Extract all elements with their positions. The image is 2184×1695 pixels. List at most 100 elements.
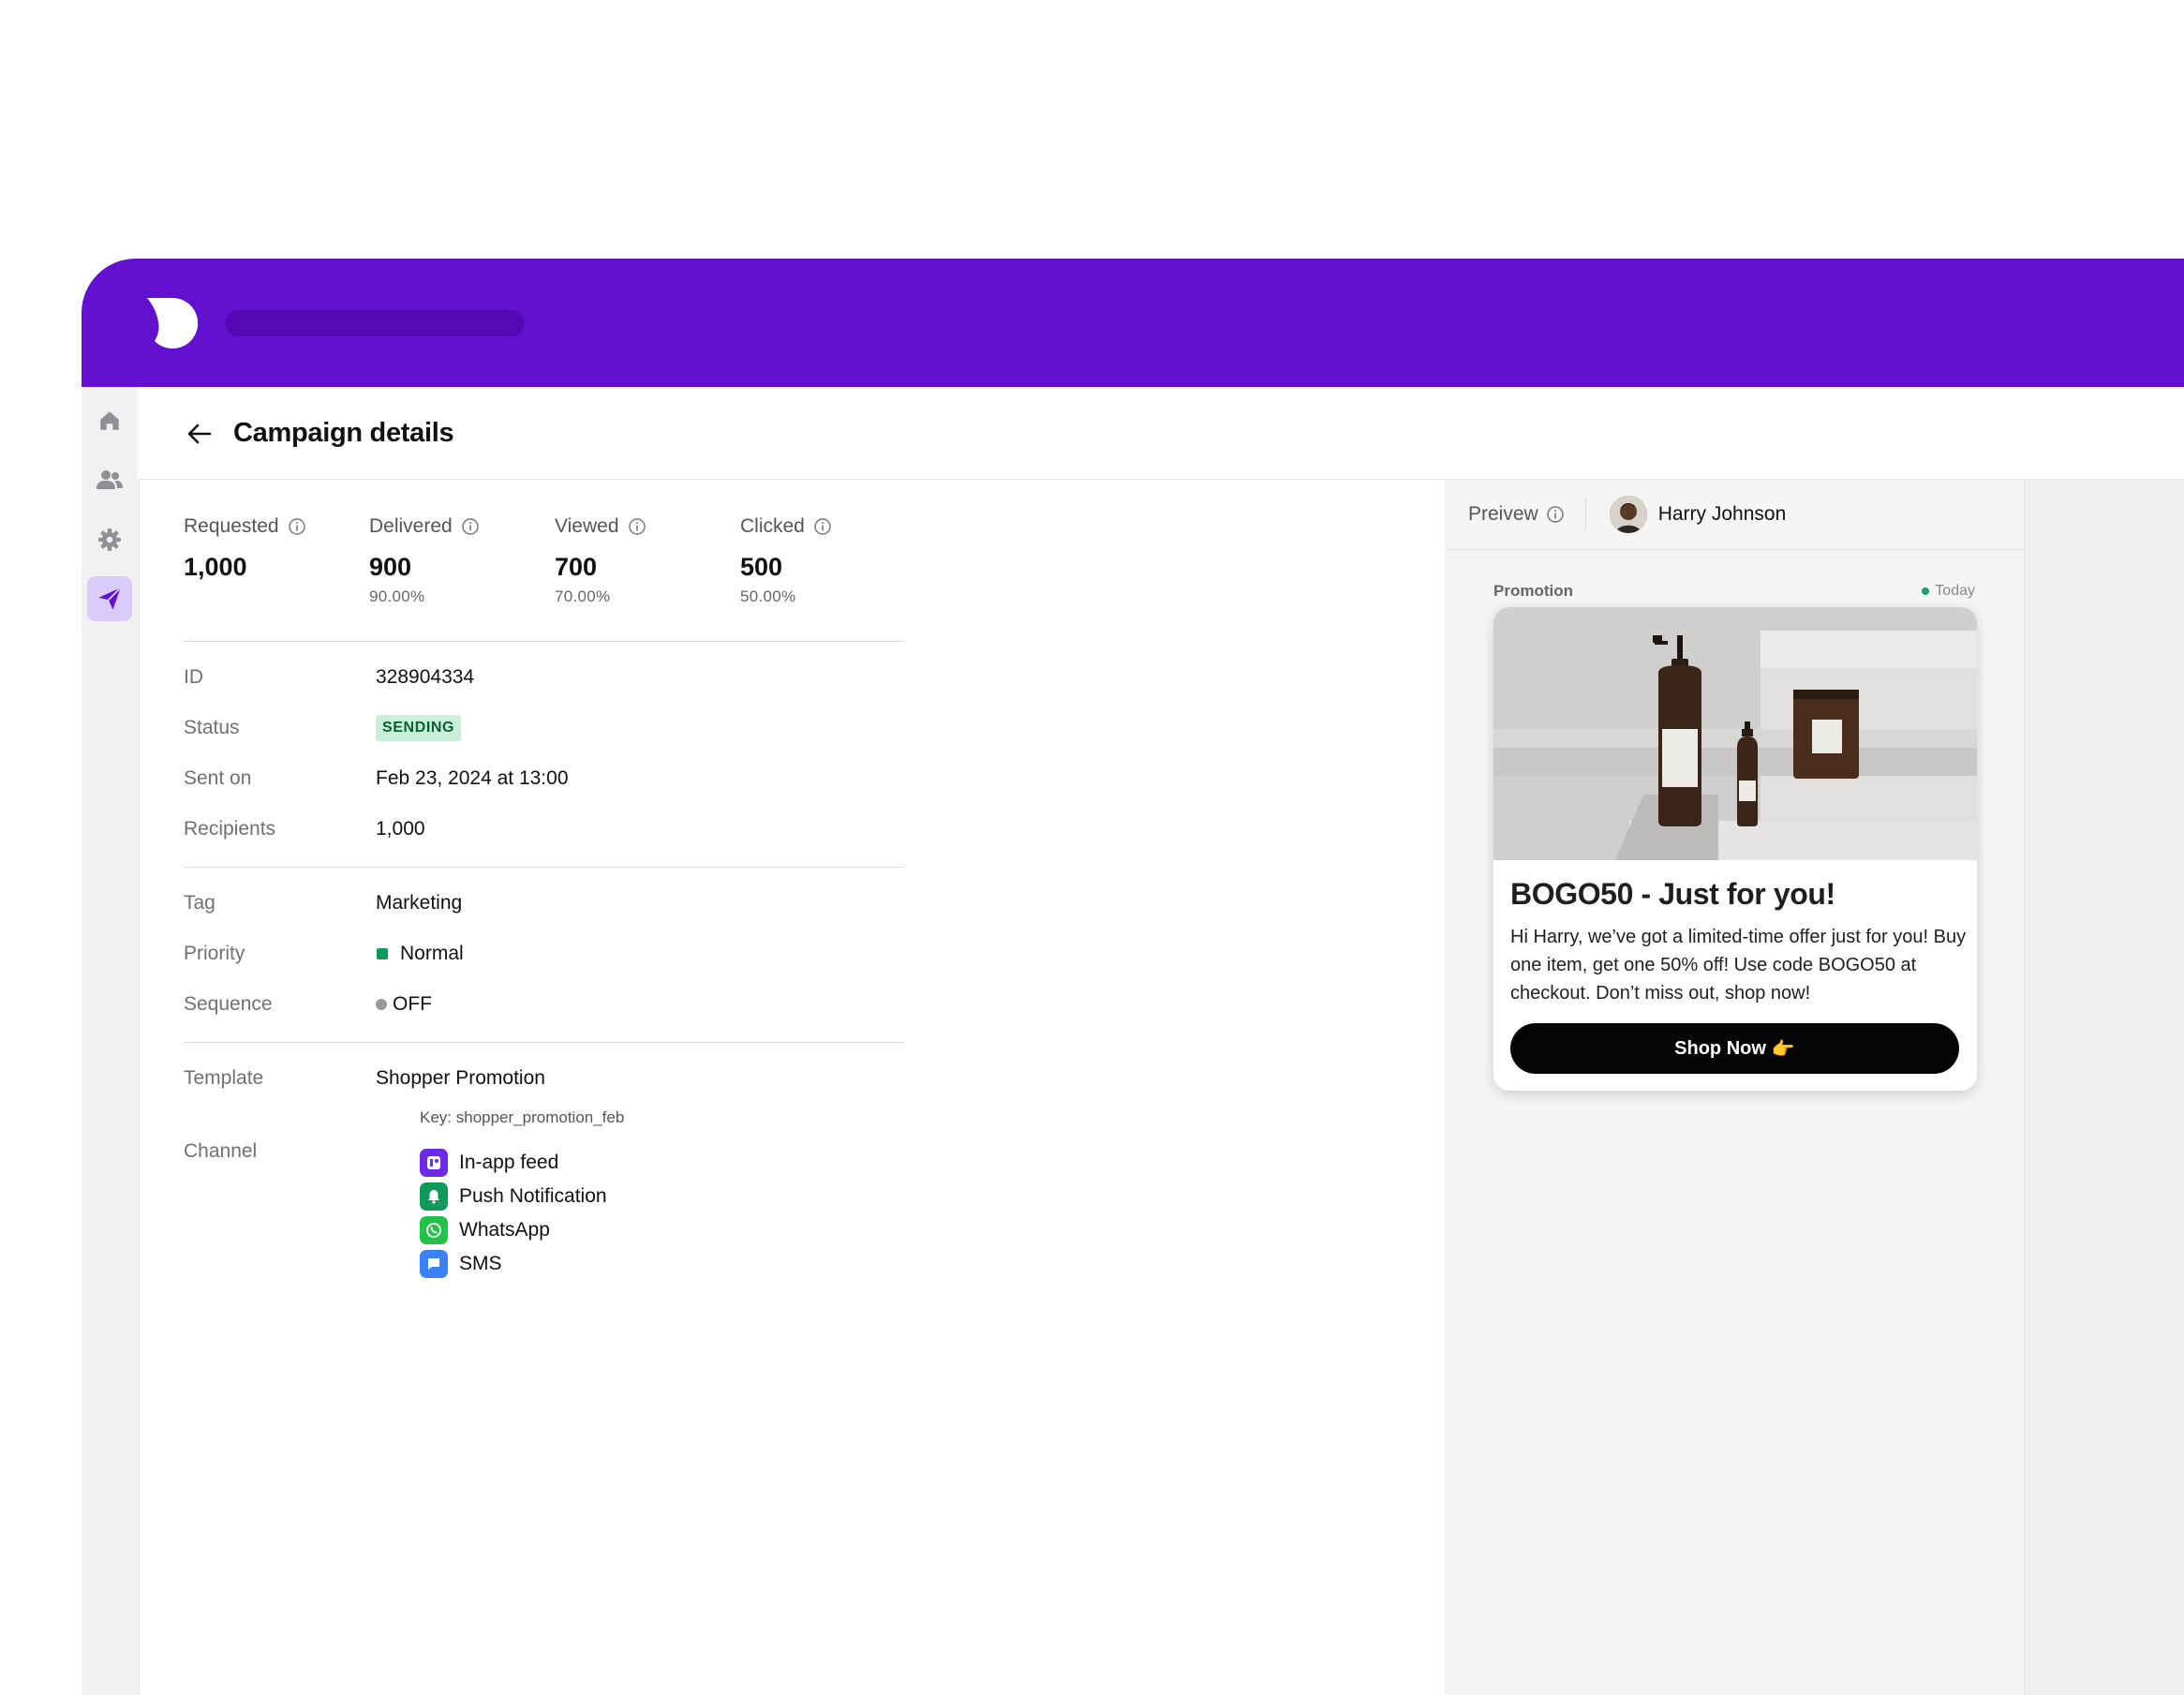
chat-bubble-icon <box>420 1250 448 1278</box>
app-window: Campaign details Requested 1,000 Deliver… <box>82 259 2184 1695</box>
stat-value: 900 <box>369 553 412 581</box>
preview-user-select[interactable]: Harry Johnson <box>1658 503 1787 526</box>
stat-label: Clicked <box>740 515 805 537</box>
product-image <box>1493 607 1977 860</box>
detail-label: Channel <box>184 1140 258 1162</box>
channel-label: Push Notification <box>459 1185 607 1207</box>
settings-icon <box>98 528 121 551</box>
channel-item-sms: SMS <box>420 1247 607 1281</box>
stat-label: Delivered <box>369 515 453 537</box>
shop-now-button[interactable]: Shop Now 👉 <box>1510 1023 1959 1074</box>
main-content: Campaign details Requested 1,000 Deliver… <box>138 387 2184 1695</box>
details-panel: Requested 1,000 Delivered 900 90.00% Vie <box>139 479 1446 1695</box>
detail-label: Priority <box>184 943 245 964</box>
detail-label: ID <box>184 666 203 688</box>
avatar[interactable] <box>1609 496 1647 533</box>
sent-on-value: Feb 23, 2024 at 13:00 <box>376 767 569 789</box>
sidebar <box>82 387 138 1695</box>
sequence-value: OFF <box>393 993 432 1015</box>
detail-row-tag: Tag Marketing <box>184 889 462 917</box>
users-icon <box>97 470 123 489</box>
preview-label: Preivew <box>1468 503 1538 525</box>
divider <box>184 1042 905 1043</box>
message-body: Hi Harry, we’ve got a limited-time offer… <box>1510 927 1967 1004</box>
channel-label: In-app feed <box>459 1152 559 1173</box>
detail-row-channel: Channel <box>184 1137 376 1166</box>
detail-label: Status <box>184 717 240 738</box>
page-title: Campaign details <box>233 418 454 448</box>
home-icon <box>100 411 119 430</box>
page-header: Campaign details <box>138 387 2184 479</box>
top-bar-search-placeholder[interactable] <box>225 310 525 336</box>
message-category: Promotion <box>1493 582 1573 600</box>
channel-label: WhatsApp <box>459 1219 550 1241</box>
arrow-left-icon <box>187 424 212 444</box>
preview-header: Preivew Harry Johnson <box>1445 480 2024 550</box>
detail-row-priority: Priority Normal <box>184 940 464 968</box>
detail-label: Recipients <box>184 818 276 840</box>
stat-percentage: 90.00% <box>369 587 425 605</box>
campaign-id: 328904334 <box>376 666 475 688</box>
detail-row-sent-on: Sent on Feb 23, 2024 at 13:00 <box>184 765 569 793</box>
info-icon[interactable] <box>813 517 832 536</box>
stat-label: Viewed <box>555 515 619 537</box>
detail-row-id: ID 328904334 <box>184 663 474 691</box>
tag-value: Marketing <box>376 892 463 914</box>
detail-row-status: Status SENDING <box>184 714 462 742</box>
top-bar <box>82 259 2184 387</box>
info-icon[interactable] <box>461 517 480 536</box>
pointing-hand-icon: 👉 <box>1771 1038 1795 1060</box>
message-title: BOGO50 - Just for you! <box>1510 877 1835 911</box>
sidebar-item-campaigns[interactable] <box>87 576 132 621</box>
stat-value: 500 <box>740 553 783 581</box>
shop-now-label: Shop Now <box>1674 1037 1766 1059</box>
whatsapp-icon <box>420 1216 448 1244</box>
detail-row-template: Template Shopper Promotion <box>184 1064 545 1093</box>
info-icon[interactable] <box>628 517 646 536</box>
template-name: Shopper Promotion <box>376 1067 545 1089</box>
stat-value: 1,000 <box>184 553 247 581</box>
detail-label: Sent on <box>184 767 252 789</box>
send-icon <box>98 587 122 610</box>
detail-label: Template <box>184 1067 264 1089</box>
stat-value: 700 <box>555 553 598 581</box>
background-area <box>2025 479 2184 1695</box>
channel-label: SMS <box>459 1253 502 1274</box>
detail-label: Tag <box>184 892 215 914</box>
sequence-indicator <box>376 999 387 1010</box>
sidebar-item-settings[interactable] <box>87 517 132 562</box>
message-card[interactable]: BOGO50 - Just for you! Hi Harry, we’ve g… <box>1493 607 1977 1091</box>
stat-delivered: Delivered 900 90.00% <box>369 515 547 606</box>
stat-percentage: 70.00% <box>555 587 611 605</box>
preview-panel: Preivew Harry Johnson Promotion Today BO… <box>1445 479 2025 1695</box>
channel-list: In-app feed Push Notification WhatsApp S… <box>420 1146 607 1281</box>
in-app-feed-icon <box>420 1149 448 1177</box>
channel-item-push-notification: Push Notification <box>420 1180 607 1213</box>
message-time-label: Today <box>1935 583 1975 599</box>
info-icon[interactable] <box>288 517 306 536</box>
divider <box>184 867 905 868</box>
channel-item-in-app-feed: In-app feed <box>420 1146 607 1180</box>
stat-viewed: Viewed 700 70.00% <box>555 515 733 606</box>
template-key: Key: shopper_promotion_feb <box>420 1108 625 1126</box>
stat-requested: Requested 1,000 <box>184 515 362 582</box>
detail-label: Sequence <box>184 993 273 1015</box>
message-time: Today <box>1922 583 1975 600</box>
channel-item-whatsapp: WhatsApp <box>420 1213 607 1247</box>
unread-dot <box>1922 587 1930 595</box>
brand-logo[interactable] <box>147 298 198 349</box>
sidebar-item-users[interactable] <box>87 457 132 502</box>
detail-row-recipients: Recipients 1,000 <box>184 815 425 843</box>
message-meta: Promotion Today <box>1493 582 1975 601</box>
sidebar-item-home[interactable] <box>87 398 132 443</box>
info-icon[interactable] <box>1546 505 1565 524</box>
stat-percentage: 50.00% <box>740 587 796 605</box>
status-badge: SENDING <box>376 715 462 741</box>
stat-clicked: Clicked 500 50.00% <box>740 515 918 606</box>
stat-label: Requested <box>184 515 279 537</box>
divider <box>1584 498 1586 531</box>
back-button[interactable] <box>181 415 218 453</box>
priority-value: Normal <box>400 943 464 964</box>
divider <box>184 641 905 642</box>
priority-indicator <box>377 948 388 959</box>
